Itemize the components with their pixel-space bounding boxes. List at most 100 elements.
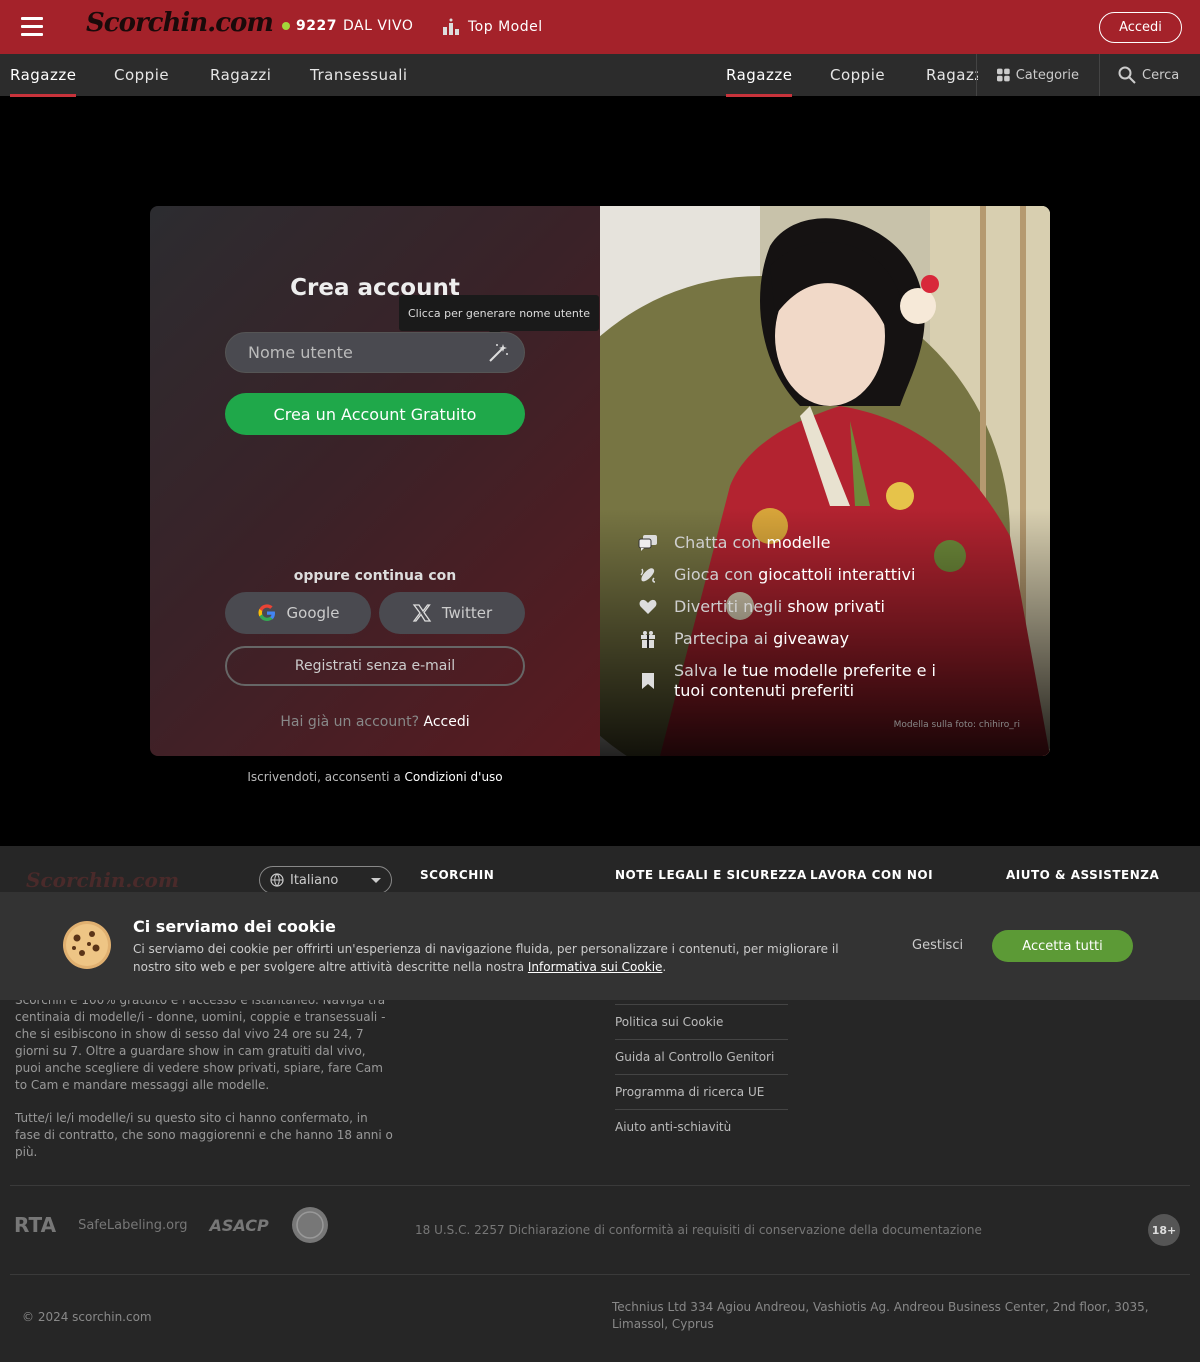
username-generator-tooltip: Clicca per generare nome utente bbox=[399, 295, 599, 337]
categories-label: Categorie bbox=[1015, 67, 1079, 83]
cookie-title: Ci serviamo dei cookie bbox=[133, 917, 336, 936]
grid-icon bbox=[997, 68, 1010, 82]
link-anti-slavery[interactable]: Aiuto anti-schiavitù bbox=[615, 1109, 788, 1144]
have-account-label: Hai già un account? bbox=[280, 714, 420, 730]
footer-logo[interactable]: Scorchin.com bbox=[26, 868, 179, 892]
x-twitter-icon bbox=[412, 604, 432, 622]
link-eu-research[interactable]: Programma di ricerca UE bbox=[615, 1074, 788, 1109]
categories-button[interactable]: Categorie bbox=[976, 54, 1099, 96]
photo-credit: Modella sulla foto: chihiro_ri bbox=[893, 720, 1020, 730]
chevron-down-icon bbox=[371, 878, 381, 888]
safelabeling-logo[interactable]: SafeLabeling.org bbox=[78, 1218, 187, 1233]
legal-links: Politica sui Cookie Guida al Controllo G… bbox=[615, 1004, 788, 1144]
feature-text: Chatta con bbox=[674, 533, 762, 552]
company-address: Technius Ltd 334 Agiou Andreou, Vashioti… bbox=[612, 1300, 1149, 1331]
feature-item: Partecipa ai giveaway bbox=[638, 629, 958, 649]
manage-cookies-button[interactable]: Gestisci bbox=[912, 938, 963, 953]
tab-ragazzi-right[interactable]: Ragazzi bbox=[926, 66, 978, 84]
twitter-login-button[interactable]: Twitter bbox=[379, 592, 525, 634]
heart-icon bbox=[638, 597, 658, 617]
usc-2257-link[interactable]: 18 U.S.C. 2257 Dichiarazione di conformi… bbox=[415, 1223, 982, 1237]
terms-prefix: Iscrivendoti, acconsenti a bbox=[247, 770, 401, 784]
tab-coppie-right[interactable]: Coppie bbox=[830, 66, 885, 84]
about-text: Scorchin è 100% gratuito e l'accesso è i… bbox=[15, 992, 393, 1177]
feature-text: Divertiti negli bbox=[674, 597, 783, 616]
twitter-label: Twitter bbox=[441, 604, 493, 622]
tab-coppie[interactable]: Coppie bbox=[114, 66, 169, 84]
gift-icon bbox=[638, 629, 658, 649]
or-continue-label: oppure continua con bbox=[293, 568, 457, 584]
divider bbox=[10, 1274, 1190, 1275]
toy-icon bbox=[638, 565, 658, 585]
link-cookie-policy[interactable]: Politica sui Cookie bbox=[615, 1004, 788, 1039]
trophy-icon bbox=[443, 18, 459, 35]
age-restriction-badge: 18+ bbox=[1148, 1214, 1180, 1246]
tab-ragazzi[interactable]: Ragazzi bbox=[210, 66, 271, 84]
tab-ragazze-right[interactable]: Ragazze bbox=[726, 66, 793, 97]
promo-image: Chatta con modelle Gioca con giocattoli … bbox=[600, 206, 1050, 756]
live-dot-icon bbox=[282, 22, 290, 30]
feature-highlight: modelle bbox=[766, 533, 831, 552]
signup-panel: Crea account Clicca per generare nome ut… bbox=[150, 206, 1050, 756]
magic-wand-icon[interactable] bbox=[487, 342, 509, 364]
nav-actions: Categorie Cerca bbox=[976, 54, 1200, 96]
feature-highlight: giocattoli interattivi bbox=[758, 565, 916, 584]
feature-item: Divertiti negli show privati bbox=[638, 597, 958, 617]
register-without-email-button[interactable]: Registrati senza e-mail bbox=[225, 646, 525, 686]
live-counter[interactable]: 9227 DAL VIVO bbox=[282, 18, 413, 34]
feature-highlight: show privati bbox=[787, 597, 885, 616]
google-icon bbox=[258, 604, 275, 621]
search-icon bbox=[1118, 66, 1136, 84]
footer-heading-work: LAVORA CON NOI bbox=[810, 868, 934, 882]
logo[interactable]: Scorchin.com bbox=[86, 8, 274, 38]
rta-logo[interactable]: RTA bbox=[14, 1213, 56, 1237]
cookie-policy-link[interactable]: Informativa sui Cookie bbox=[528, 960, 663, 974]
signup-form: Crea account Clicca per generare nome ut… bbox=[150, 206, 600, 756]
top-model-link[interactable]: Top Model bbox=[442, 18, 543, 36]
google-login-button[interactable]: Google bbox=[225, 592, 371, 634]
about-paragraph: Scorchin è 100% gratuito e l'accesso è i… bbox=[15, 993, 386, 1092]
asacp-logo[interactable]: ASACP bbox=[210, 1216, 269, 1235]
cookie-icon bbox=[63, 921, 111, 969]
username-input[interactable] bbox=[225, 332, 525, 373]
login-link[interactable]: Accedi bbox=[423, 714, 469, 730]
footer-heading-help: AIUTO & ASSISTENZA bbox=[1006, 868, 1160, 882]
have-account-text: Hai già un account? Accedi bbox=[150, 714, 600, 730]
live-label: DAL VIVO bbox=[342, 18, 414, 34]
language-select[interactable]: Italiano bbox=[259, 866, 392, 894]
seal-icon[interactable] bbox=[291, 1206, 329, 1244]
feature-item: Chatta con modelle bbox=[638, 533, 958, 553]
link-parental-control[interactable]: Guida al Controllo Genitori bbox=[615, 1039, 788, 1074]
feature-text: Gioca con bbox=[674, 565, 754, 584]
feature-text: Partecipa ai bbox=[674, 629, 768, 648]
tab-transessuali[interactable]: Transessuali bbox=[310, 66, 408, 84]
feature-text: Salva bbox=[674, 661, 718, 680]
search-label: Cerca bbox=[1142, 67, 1180, 83]
menu-icon[interactable] bbox=[21, 17, 43, 37]
about-paragraph: Tutte/i le/i modelle/i su questo sito ci… bbox=[15, 1111, 393, 1159]
cookie-text: Ci serviamo dei cookie per offrirti un'e… bbox=[133, 942, 839, 974]
feature-item: Gioca con giocattoli interattivi bbox=[638, 565, 958, 585]
copyright: © 2024 scorchin.com bbox=[22, 1310, 152, 1324]
compliance-badges: RTA SafeLabeling.org ASACP bbox=[14, 1206, 329, 1244]
top-bar: Scorchin.com 9227 DAL VIVO Top Model Acc… bbox=[0, 0, 1200, 54]
terms-link[interactable]: Condizioni d'uso bbox=[405, 770, 503, 784]
footer-heading-legal: NOTE LEGALI E SICUREZZA bbox=[615, 868, 807, 882]
cookie-body: Ci serviamo dei cookie per offrirti un'e… bbox=[133, 942, 839, 974]
tab-ragazze[interactable]: Ragazze bbox=[10, 66, 77, 97]
terms-notice: Iscrivendoti, acconsenti a Condizioni d'… bbox=[150, 770, 600, 784]
feature-item: Salva le tue modelle preferite e i tuoi … bbox=[638, 661, 958, 701]
login-button[interactable]: Accedi bbox=[1099, 12, 1182, 43]
language-label: Italiano bbox=[290, 872, 339, 888]
live-count: 9227 bbox=[296, 18, 337, 34]
create-account-button[interactable]: Crea un Account Gratuito bbox=[225, 393, 525, 435]
chat-icon bbox=[638, 533, 658, 553]
category-nav: Ragazze Coppie Ragazzi Transessuali Raga… bbox=[0, 54, 1200, 97]
google-label: Google bbox=[286, 604, 340, 622]
footer-heading-scorchin: SCORCHIN bbox=[420, 868, 495, 882]
bookmark-icon bbox=[638, 671, 658, 691]
search-button[interactable]: Cerca bbox=[1099, 54, 1200, 96]
cookie-banner: Ci serviamo dei cookie Ci serviamo dei c… bbox=[0, 892, 1200, 1000]
accept-all-cookies-button[interactable]: Accetta tutti bbox=[992, 930, 1133, 962]
top-model-label: Top Model bbox=[468, 19, 543, 35]
